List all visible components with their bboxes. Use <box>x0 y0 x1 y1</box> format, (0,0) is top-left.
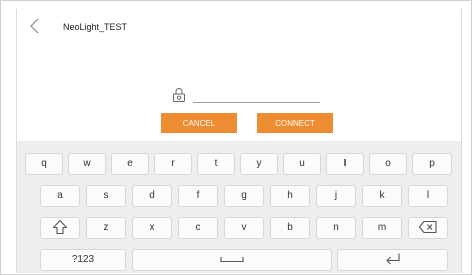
back-button[interactable] <box>27 17 43 35</box>
key-o[interactable]: o <box>369 153 407 175</box>
key-j[interactable]: j <box>316 185 356 207</box>
key-c[interactable]: c <box>178 217 218 239</box>
enter-key[interactable] <box>337 249 448 271</box>
key-b[interactable]: b <box>270 217 310 239</box>
key-p[interactable]: p <box>412 153 452 175</box>
chevron-left-icon <box>30 18 39 34</box>
shift-arrow-icon <box>52 220 68 235</box>
space-bar-icon <box>220 257 244 263</box>
lock-icon <box>173 88 185 102</box>
key-e[interactable]: e <box>111 153 149 175</box>
wifi-password-screen: NeoLight_TEST CANCEL CONNECT q w e r t y… <box>16 9 462 273</box>
space-key[interactable] <box>132 249 332 271</box>
key-g[interactable]: g <box>224 185 264 207</box>
key-q[interactable]: q <box>25 153 63 175</box>
key-z[interactable]: z <box>86 217 126 239</box>
symbols-key[interactable]: ?123 <box>40 249 126 271</box>
connect-button[interactable]: CONNECT <box>257 113 333 133</box>
backspace-key[interactable] <box>408 217 448 239</box>
app-frame: NeoLight_TEST CANCEL CONNECT q w e r t y… <box>0 0 472 275</box>
key-w[interactable]: w <box>68 153 106 175</box>
network-name-title: NeoLight_TEST <box>63 22 128 32</box>
enter-return-icon <box>385 253 400 265</box>
key-s[interactable]: s <box>86 185 126 207</box>
key-h[interactable]: h <box>270 185 310 207</box>
password-input[interactable] <box>193 90 320 103</box>
key-v[interactable]: v <box>224 217 264 239</box>
key-i[interactable]: I <box>326 153 364 175</box>
backspace-icon <box>418 221 437 234</box>
password-row <box>172 87 332 107</box>
key-n[interactable]: n <box>316 217 356 239</box>
key-a[interactable]: a <box>40 185 80 207</box>
key-d[interactable]: d <box>132 185 172 207</box>
key-l[interactable]: l <box>408 185 448 207</box>
shift-key[interactable] <box>40 217 80 239</box>
key-m[interactable]: m <box>362 217 402 239</box>
header-bar: NeoLight_TEST <box>17 9 461 43</box>
key-u[interactable]: u <box>283 153 321 175</box>
key-f[interactable]: f <box>178 185 218 207</box>
key-t[interactable]: t <box>197 153 235 175</box>
key-r[interactable]: r <box>154 153 192 175</box>
key-y[interactable]: y <box>240 153 278 175</box>
key-x[interactable]: x <box>132 217 172 239</box>
on-screen-keyboard: q w e r t y u I o p a s d f g h j k l z … <box>17 141 461 273</box>
key-k[interactable]: k <box>362 185 402 207</box>
cancel-button[interactable]: CANCEL <box>161 113 237 133</box>
